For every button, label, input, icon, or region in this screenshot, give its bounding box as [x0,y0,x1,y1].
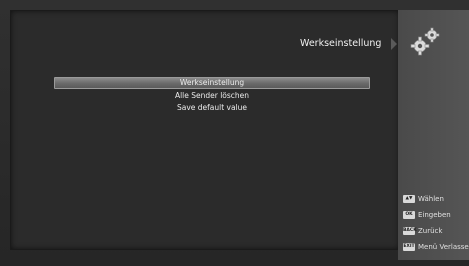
legend-row-menue-verlassen: EXIT Menü Verlassen [403,241,469,253]
tv-screen: Werkseinstellung Werkseinstellung Alle S… [0,0,469,266]
settings-menu: Werkseinstellung Alle Sender löschen Sav… [54,77,370,114]
exit-key-icon: EXIT [403,243,415,251]
menu-item-alle-sender-loeschen[interactable]: Alle Sender löschen [54,90,370,101]
up-down-key-icon: ▲▼ [403,195,415,203]
back-key-icon: BACK [403,227,417,235]
legend-label: Eingeben [418,211,451,219]
ok-key-icon: OK [403,211,415,219]
menu-item-werkseinstellung[interactable]: Werkseinstellung [54,77,370,89]
menu-item-save-default-value[interactable]: Save default value [54,102,370,113]
legend-row-zurueck: BACK Zurück [403,225,469,237]
key-legend: ▲▼ Wählen OK Eingeben BACK Zurück EXIT M… [403,193,469,257]
title-arrow-icon [391,38,397,50]
legend-label: Zurück [418,227,443,235]
legend-row-eingeben: OK Eingeben [403,209,469,221]
legend-label: Wählen [418,195,444,203]
legend-label: Menü Verlassen [418,243,469,251]
gear-icon [410,27,440,56]
page-title: Werkseinstellung [300,38,382,49]
legend-row-waehlen: ▲▼ Wählen [403,193,469,205]
